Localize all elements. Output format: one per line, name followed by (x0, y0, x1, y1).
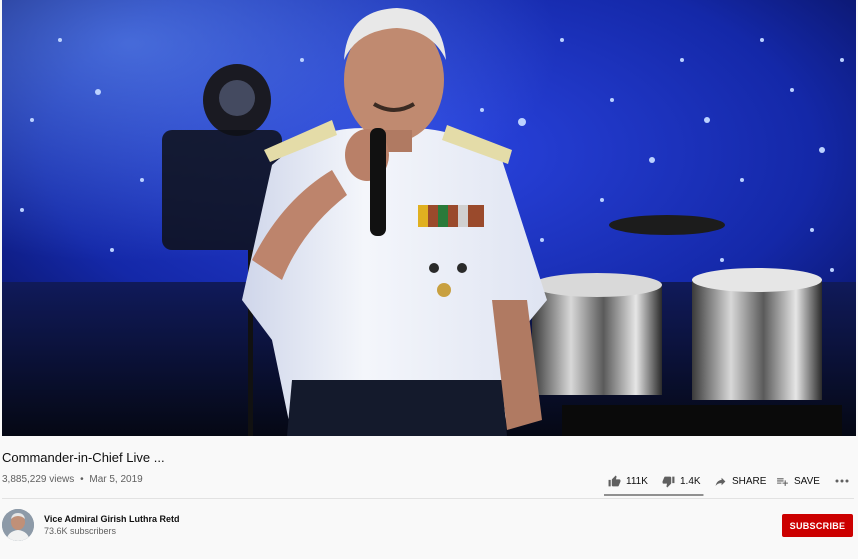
more-actions-button[interactable] (832, 471, 852, 491)
like-button[interactable]: 111K (608, 471, 648, 491)
playlist-add-icon (777, 477, 788, 486)
subscribe-button[interactable]: SUBSCRIBE (782, 514, 853, 537)
subscriber-count: 73.6K subscribers (44, 526, 117, 536)
divider (2, 498, 854, 499)
share-label: SHARE (732, 475, 767, 487)
video-title: Commander-in-Chief Live ... (2, 450, 165, 465)
video-actions: 111K 1.4K SHARE SAVE (604, 471, 858, 491)
dislike-button[interactable]: 1.4K (662, 471, 701, 491)
share-button[interactable]: SHARE (714, 471, 766, 491)
channel-name[interactable]: Vice Admiral Girish Luthra Retd (44, 514, 180, 524)
thumbs-up-icon (608, 475, 621, 486)
share-arrow-icon (715, 477, 726, 486)
video-player[interactable] (2, 0, 856, 436)
publish-date: Mar 5, 2019 (89, 474, 143, 485)
video-frame-image (2, 0, 856, 436)
watch-page: Commander-in-Chief Live ... 3,885,229 vi… (0, 0, 858, 559)
sentiment-bar (604, 494, 704, 496)
channel-avatar[interactable] (2, 509, 34, 541)
video-meta: 3,885,229 views • Mar 5, 2019 (2, 474, 143, 485)
like-count: 111K (626, 475, 648, 487)
avatar-image (2, 509, 34, 541)
sentiment-bar-like-fill (604, 494, 703, 496)
meta-separator: • (80, 474, 84, 485)
save-label: SAVE (794, 475, 820, 487)
more-horiz-icon (835, 479, 849, 483)
dislike-count: 1.4K (680, 475, 701, 487)
thumbs-down-icon (662, 476, 675, 487)
view-count: 3,885,229 views (2, 474, 75, 485)
save-button[interactable]: SAVE (776, 471, 820, 491)
